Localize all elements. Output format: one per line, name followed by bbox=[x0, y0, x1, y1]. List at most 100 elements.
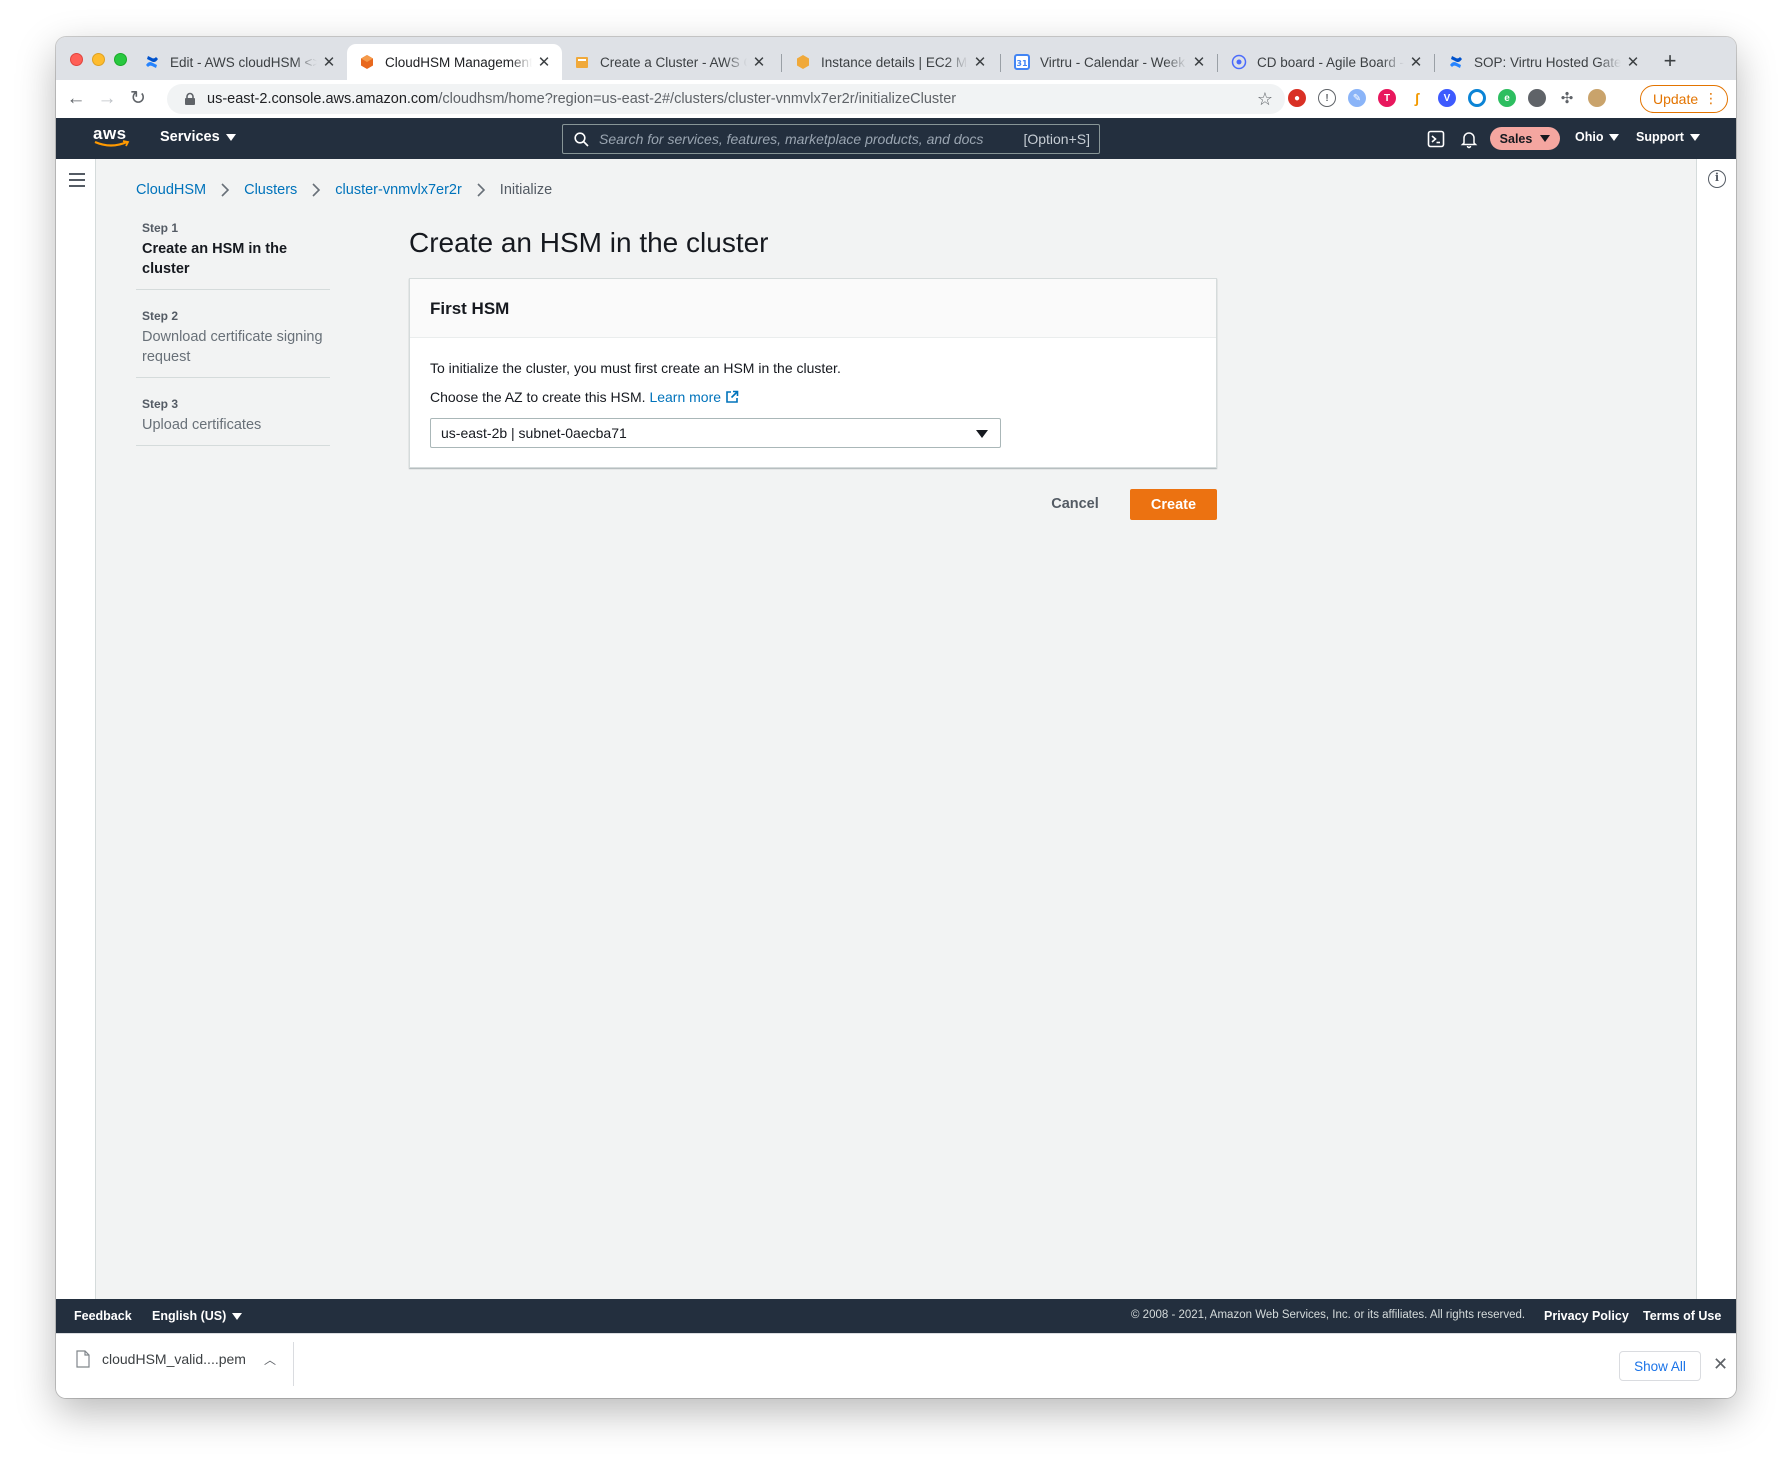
wizard-steps: Step 1 Create an HSM in the cluster Step… bbox=[136, 221, 330, 465]
az-select-value: us-east-2b | subnet-0aecba71 bbox=[441, 425, 627, 441]
cancel-button[interactable]: Cancel bbox=[1040, 489, 1110, 519]
info-extension-icon[interactable]: ! bbox=[1318, 89, 1336, 107]
o-extension-icon[interactable] bbox=[1468, 89, 1486, 107]
services-menu[interactable]: Services bbox=[160, 129, 236, 145]
minimize-window-button[interactable] bbox=[92, 53, 105, 66]
caret-down-icon bbox=[976, 430, 988, 438]
t-extension-icon[interactable]: T bbox=[1378, 89, 1396, 107]
tab-close-icon[interactable]: ✕ bbox=[751, 53, 767, 71]
evernote-extension-icon[interactable]: e bbox=[1498, 89, 1516, 107]
search-shortcut-hint: [Option+S] bbox=[1023, 131, 1090, 147]
feedback-link[interactable]: Feedback bbox=[74, 1309, 132, 1323]
browser-tab-3[interactable]: Create a Cluster - AWS Clo ✕ bbox=[562, 44, 777, 80]
browser-tab-7[interactable]: SOP: Virtru Hosted Gatew ✕ bbox=[1436, 44, 1651, 80]
chevron-right-icon bbox=[477, 183, 485, 197]
address-bar[interactable]: us-east-2.console.aws.amazon.com/cloudhs… bbox=[167, 84, 1285, 114]
circle-extension-icon[interactable] bbox=[1528, 89, 1546, 107]
breadcrumb-cluster-id[interactable]: cluster-vnmvlx7er2r bbox=[335, 182, 462, 198]
tab-close-icon[interactable]: ✕ bbox=[1408, 53, 1424, 71]
account-menu[interactable]: Sales bbox=[1490, 127, 1560, 150]
learn-more-link[interactable]: Learn more bbox=[649, 389, 739, 405]
aws-docs-favicon-icon bbox=[574, 54, 590, 70]
update-button[interactable]: Update ⋮ bbox=[1640, 85, 1728, 113]
support-menu[interactable]: Support bbox=[1636, 130, 1700, 144]
hamburger-menu-icon[interactable] bbox=[69, 173, 85, 187]
aws-search-box: [Option+S] bbox=[562, 124, 1100, 154]
step-number: Step 3 bbox=[142, 397, 179, 411]
tab-close-icon[interactable]: ✕ bbox=[972, 53, 988, 71]
browser-tab-4[interactable]: Instance details | EC2 Man ✕ bbox=[783, 44, 998, 80]
caret-down-icon bbox=[1689, 134, 1700, 142]
reload-icon[interactable]: ↻ bbox=[126, 87, 150, 111]
az-select[interactable]: us-east-2b | subnet-0aecba71 bbox=[430, 418, 1001, 448]
browser-tab-6[interactable]: CD board - Agile Board - A ✕ bbox=[1219, 44, 1434, 80]
close-icon[interactable]: ✕ bbox=[1713, 1354, 1728, 1375]
bell-icon[interactable] bbox=[1459, 129, 1479, 149]
aws-logo[interactable]: aws bbox=[93, 124, 133, 152]
j-extension-icon[interactable]: ʃ bbox=[1408, 89, 1426, 107]
tab-strip: Edit - AWS cloudHSM <> C ✕ CloudHSM Mana… bbox=[56, 37, 1736, 80]
svg-text:31: 31 bbox=[1016, 59, 1028, 68]
profile-avatar-icon[interactable] bbox=[1588, 89, 1606, 107]
aws-search-input[interactable] bbox=[599, 131, 1019, 147]
browser-tab-5[interactable]: 31 Virtru - Calendar - Week o ✕ bbox=[1002, 44, 1217, 80]
tab-close-icon[interactable]: ✕ bbox=[321, 53, 337, 71]
browser-tab-1[interactable]: Edit - AWS cloudHSM <> C ✕ bbox=[132, 44, 347, 80]
puzzle-extension-icon[interactable]: ✣ bbox=[1558, 89, 1576, 107]
adblock-extension-icon[interactable]: ● bbox=[1288, 89, 1306, 107]
maximize-window-button[interactable] bbox=[114, 53, 127, 66]
v-extension-icon[interactable]: V bbox=[1438, 89, 1456, 107]
create-button[interactable]: Create bbox=[1130, 489, 1217, 520]
info-icon[interactable]: i bbox=[1708, 170, 1726, 188]
tab-close-icon[interactable]: ✕ bbox=[536, 53, 552, 71]
page-title: Create an HSM in the cluster bbox=[409, 227, 769, 258]
wizard-step-2: Step 2 Download certificate signing requ… bbox=[136, 309, 330, 378]
download-item[interactable]: cloudHSM_valid....pem ︿ bbox=[76, 1350, 276, 1368]
chevron-right-icon bbox=[221, 183, 230, 197]
bookmark-star-icon[interactable]: ☆ bbox=[1257, 89, 1273, 110]
window-controls bbox=[70, 53, 127, 66]
intro-text: To initialize the cluster, you must firs… bbox=[430, 360, 841, 376]
copyright-text: © 2008 - 2021, Amazon Web Services, Inc.… bbox=[1131, 1309, 1526, 1321]
browser-toolbar: ← → ↻ us-east-2.console.aws.amazon.com/c… bbox=[56, 80, 1736, 118]
close-window-button[interactable] bbox=[70, 53, 83, 66]
step-label: Download certificate signing request bbox=[142, 329, 323, 365]
step-label: Upload certificates bbox=[142, 417, 262, 433]
caret-down-icon bbox=[1540, 135, 1551, 142]
search-icon bbox=[574, 132, 589, 147]
choose-az-text: Choose the AZ to create this HSM. Learn … bbox=[430, 389, 1216, 405]
region-menu[interactable]: Ohio bbox=[1575, 130, 1620, 144]
agile-board-favicon-icon bbox=[1231, 54, 1247, 70]
more-vertical-icon: ⋮ bbox=[1704, 90, 1718, 106]
back-arrow-icon[interactable]: ← bbox=[64, 87, 88, 111]
breadcrumb-cloudhsm[interactable]: CloudHSM bbox=[136, 182, 206, 198]
tab-close-icon[interactable]: ✕ bbox=[1191, 53, 1207, 71]
download-filename: cloudHSM_valid....pem bbox=[102, 1351, 246, 1367]
card-title: First HSM bbox=[410, 279, 1216, 338]
url-text: us-east-2.console.aws.amazon.com/cloudhs… bbox=[207, 91, 957, 107]
step-label: Create an HSM in the cluster bbox=[142, 241, 288, 277]
file-icon bbox=[76, 1350, 90, 1368]
privacy-policy-link[interactable]: Privacy Policy bbox=[1544, 1309, 1629, 1323]
terms-of-use-link[interactable]: Terms of Use bbox=[1643, 1309, 1721, 1323]
language-selector[interactable]: English (US) bbox=[152, 1309, 243, 1323]
first-hsm-card: First HSM To initialize the cluster, you… bbox=[409, 278, 1217, 468]
calendar-favicon-icon: 31 bbox=[1014, 54, 1030, 70]
caret-down-icon bbox=[1609, 134, 1620, 142]
browser-window: Edit - AWS cloudHSM <> C ✕ CloudHSM Mana… bbox=[56, 37, 1736, 1398]
chevron-up-icon[interactable]: ︿ bbox=[264, 1351, 276, 1368]
tab-close-icon[interactable]: ✕ bbox=[1625, 53, 1641, 71]
downloads-bar: cloudHSM_valid....pem ︿ Show All ✕ bbox=[56, 1333, 1736, 1398]
cloudshell-icon[interactable] bbox=[1426, 129, 1446, 149]
cloudhsm-favicon-icon bbox=[359, 54, 375, 70]
breadcrumb-clusters[interactable]: Clusters bbox=[244, 182, 297, 198]
breadcrumb: CloudHSM Clusters cluster-vnmvlx7er2r In… bbox=[136, 182, 552, 198]
aws-top-nav: aws Services [Option+S] Sales Ohio Suppo… bbox=[56, 118, 1736, 159]
browser-tab-2[interactable]: CloudHSM Management C ✕ bbox=[347, 44, 562, 80]
forward-arrow-icon[interactable]: → bbox=[95, 87, 119, 111]
pen-extension-icon[interactable]: ✎ bbox=[1348, 89, 1366, 107]
ec2-favicon-icon bbox=[795, 54, 811, 70]
show-all-button[interactable]: Show All bbox=[1619, 1351, 1701, 1381]
new-tab-button[interactable]: + bbox=[1656, 47, 1684, 75]
caret-down-icon bbox=[225, 133, 236, 141]
